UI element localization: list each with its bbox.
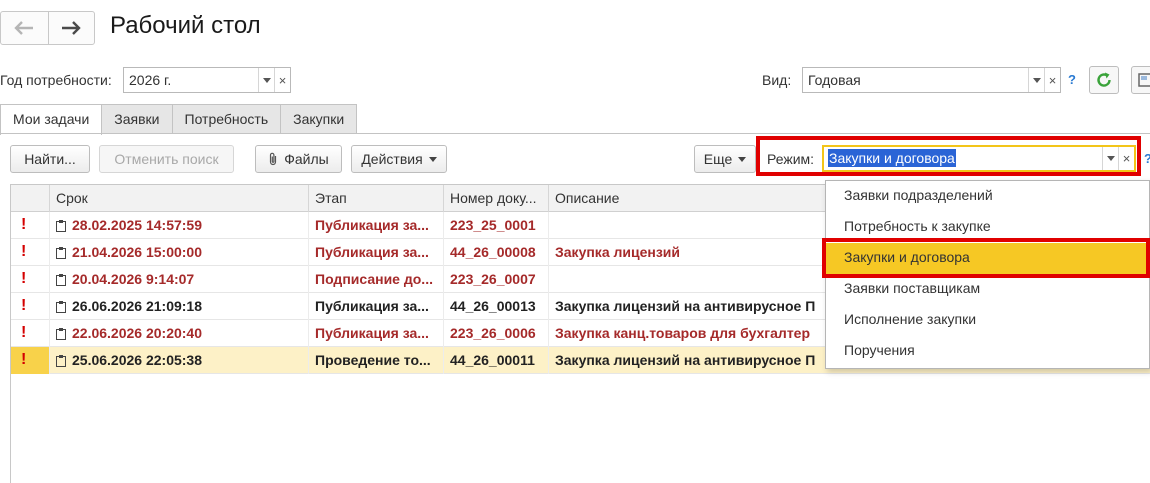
view-help-icon[interactable]: ? (1068, 72, 1076, 87)
row-number: 223_25_0001 (444, 212, 549, 239)
year-dropdown-button[interactable] (258, 68, 274, 92)
page-title: Рабочий стол (110, 12, 261, 39)
row-number: 44_26_00008 (444, 239, 549, 266)
mode-field[interactable]: Закупки и договора × (822, 145, 1136, 172)
mode-option-department-requests[interactable]: Заявки подразделений (826, 181, 1149, 212)
row-deadline: 28.02.2025 14:57:59 (72, 217, 202, 233)
tab-my-tasks[interactable]: Мои задачи (0, 104, 103, 135)
arrow-left-icon (14, 21, 34, 35)
mode-dropdown-button[interactable] (1102, 147, 1118, 170)
view-dropdown-button[interactable] (1028, 68, 1044, 92)
mode-option-supplier-requests[interactable]: Заявки поставщикам (826, 274, 1149, 305)
row-deadline: 22.06.2026 20:20:40 (72, 325, 202, 341)
clipboard-icon (56, 220, 66, 232)
chevron-down-icon (1106, 156, 1115, 161)
clipboard-icon (56, 328, 66, 340)
arrow-right-icon (62, 21, 81, 35)
mode-help-icon[interactable]: ? (1144, 151, 1150, 166)
tab-bar: Мои задачи Заявки Потребность Закупки (0, 104, 358, 135)
row-number: 223_26_0006 (444, 320, 549, 347)
view-label: Вид: (762, 72, 792, 88)
chevron-down-icon (428, 156, 437, 162)
view-clear-button[interactable]: × (1044, 68, 1060, 92)
chevron-down-icon (738, 156, 747, 162)
mode-option-execution[interactable]: Исполнение закупки (826, 305, 1149, 336)
mode-option-assignments[interactable]: Поручения (826, 336, 1149, 367)
cancel-search-button[interactable]: Отменить поиск (99, 145, 234, 173)
clipboard-icon (56, 355, 66, 367)
actions-button[interactable]: Действия (351, 145, 447, 173)
mode-label: Режим: (767, 151, 815, 167)
more-label: Еще (703, 151, 733, 167)
overdue-flag-icon: ! (11, 320, 50, 347)
navigation-buttons (0, 11, 95, 45)
row-deadline: 26.06.2026 21:09:18 (72, 298, 202, 314)
column-header-stage[interactable]: Этап (309, 185, 444, 212)
row-stage: Публикация за... (309, 212, 444, 239)
column-header-deadline[interactable]: Срок (50, 185, 309, 212)
overdue-flag-icon: ! (11, 266, 50, 293)
overdue-flag-icon: ! (11, 212, 50, 239)
tab-purchases[interactable]: Закупки (280, 104, 358, 134)
refresh-icon (1097, 72, 1111, 87)
overdue-flag-icon: ! (11, 293, 50, 320)
row-deadline: 20.04.2026 9:14:07 (72, 271, 195, 287)
tab-divider (0, 133, 1150, 134)
paperclip-icon (270, 152, 277, 166)
tab-demand[interactable]: Потребность (171, 104, 282, 134)
row-stage: Подписание до... (309, 266, 444, 293)
tab-requests[interactable]: Заявки (101, 104, 173, 134)
clipboard-icon (56, 274, 66, 286)
overdue-flag-icon: ! (11, 347, 50, 374)
year-label: Год потребности: (0, 72, 112, 88)
mode-clear-button[interactable]: × (1118, 147, 1134, 170)
mode-value[interactable]: Закупки и договора (828, 149, 956, 167)
row-deadline: 21.04.2026 15:00:00 (72, 244, 202, 260)
actions-label: Действия (361, 151, 423, 167)
window-icon (1138, 73, 1150, 87)
refresh-button[interactable] (1089, 66, 1119, 94)
files-button[interactable]: Файлы (255, 145, 342, 173)
option-highlight-box (822, 238, 1150, 278)
chevron-down-icon (262, 77, 271, 83)
overdue-flag-icon: ! (11, 239, 50, 266)
find-button[interactable]: Найти... (10, 145, 90, 173)
row-stage: Публикация за... (309, 320, 444, 347)
view-field[interactable]: Годовая × (802, 67, 1061, 93)
back-button[interactable] (1, 12, 48, 44)
row-stage: Публикация за... (309, 239, 444, 266)
view-value[interactable]: Годовая (803, 68, 1028, 92)
column-header-flag[interactable] (11, 185, 50, 212)
more-button[interactable]: Еще (694, 145, 756, 173)
files-label: Файлы (284, 151, 329, 167)
chevron-down-icon (1032, 77, 1041, 83)
year-clear-button[interactable]: × (274, 68, 290, 92)
row-number: 223_26_0007 (444, 266, 549, 293)
row-stage: Проведение то... (309, 347, 444, 374)
row-number: 44_26_00013 (444, 293, 549, 320)
clipboard-icon (56, 247, 66, 259)
row-number: 44_26_00011 (444, 347, 549, 374)
year-field[interactable]: 2026 г. × (123, 67, 291, 93)
year-value[interactable]: 2026 г. (124, 68, 258, 92)
row-stage: Публикация за... (309, 293, 444, 320)
forward-button[interactable] (47, 12, 95, 44)
clipboard-icon (56, 301, 66, 313)
settings-button[interactable] (1131, 66, 1150, 94)
column-header-number[interactable]: Номер доку... (444, 185, 549, 212)
row-deadline: 25.06.2026 22:05:38 (72, 352, 202, 368)
